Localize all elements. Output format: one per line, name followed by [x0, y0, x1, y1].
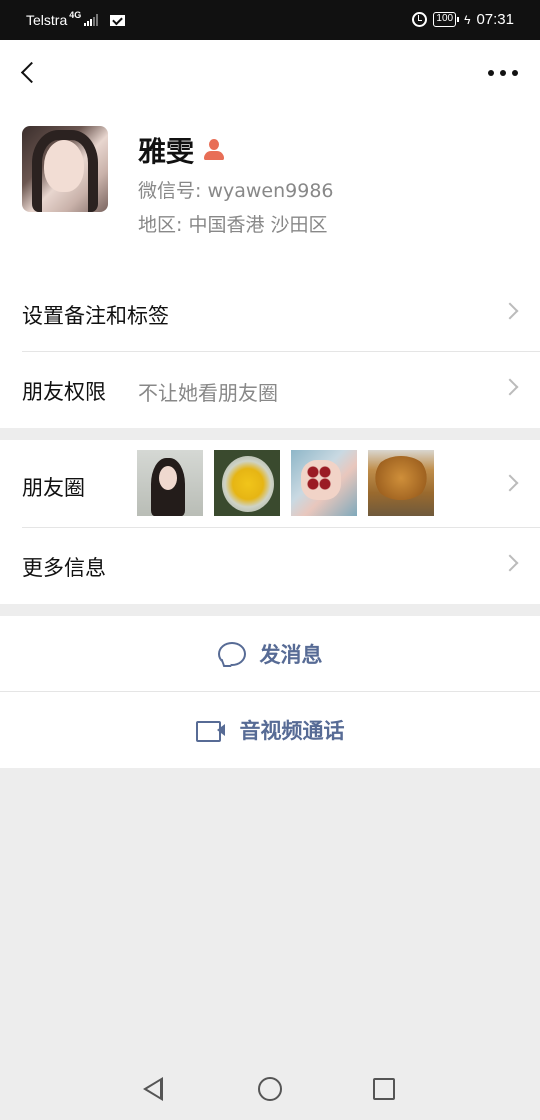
chevron-right-icon	[501, 302, 519, 320]
top-navigation-bar	[0, 40, 540, 106]
more-info-label: 更多信息	[22, 556, 106, 580]
more-horizontal-icon	[488, 70, 494, 76]
status-right: 100 ϟ 07:31	[412, 11, 514, 28]
clock: 07:31	[476, 11, 514, 28]
carrier-label: Telstra	[26, 12, 68, 28]
friend-permission-label: 朋友权限	[22, 380, 106, 404]
voice-video-call-button[interactable]: 音视频通话	[0, 692, 540, 768]
avatar[interactable]	[22, 126, 108, 212]
more-info-row[interactable]: 更多信息	[0, 528, 540, 604]
voice-video-call-label: 音视频通话	[239, 719, 345, 743]
remark-and-tags-label: 设置备注和标签	[22, 304, 169, 328]
chat-bubble-icon	[217, 642, 246, 666]
wechat-id: 微信号: wyawen9986	[138, 180, 334, 202]
system-back-button[interactable]	[143, 1077, 163, 1101]
remark-and-tags-row[interactable]: 设置备注和标签	[0, 276, 540, 352]
moments-thumbnail[interactable]	[137, 450, 203, 516]
system-recents-button[interactable]	[373, 1078, 395, 1100]
chevron-right-icon	[501, 378, 519, 396]
alarm-icon	[412, 12, 428, 27]
friend-permission-value: 不让她看朋友圈	[138, 381, 278, 405]
more-options-button[interactable]	[488, 64, 518, 82]
chevron-right-icon	[501, 554, 519, 572]
send-message-label: 发消息	[259, 643, 323, 667]
moments-thumbnail[interactable]	[214, 450, 280, 516]
send-message-button[interactable]: 发消息	[0, 616, 540, 692]
moments-row[interactable]: 朋友圈	[0, 440, 540, 528]
status-bar: Telstra 4G 100 ϟ 07:31	[0, 0, 540, 40]
chevron-right-icon	[501, 474, 519, 492]
friend-permission-row[interactable]: 朋友权限 不让她看朋友圈	[0, 352, 540, 428]
moments-thumbnails	[137, 450, 434, 516]
region: 地区: 中国香港 沙田区	[138, 214, 328, 236]
section-gap	[0, 428, 540, 440]
mail-notification-icon	[110, 14, 126, 26]
female-person-icon	[204, 139, 225, 161]
moments-thumbnail[interactable]	[368, 450, 434, 516]
battery-indicator: 100	[433, 12, 459, 27]
name-row: 雅雯	[138, 130, 225, 170]
video-camera-icon	[195, 720, 226, 742]
moments-thumbnail[interactable]	[291, 450, 357, 516]
moments-label: 朋友圈	[22, 476, 85, 500]
signal-icon	[84, 14, 99, 26]
system-navigation-bar	[0, 1058, 540, 1120]
status-left: Telstra 4G	[26, 10, 126, 28]
contact-profile-page: 雅雯 微信号: wyawen9986 地区: 中国香港 沙田区 设置备注和标签 …	[0, 40, 540, 768]
contact-name: 雅雯	[138, 135, 195, 168]
system-home-button[interactable]	[258, 1077, 282, 1101]
back-button[interactable]	[14, 58, 44, 88]
section-gap	[0, 604, 540, 616]
charging-icon: ϟ	[464, 12, 471, 27]
network-type: 4G	[69, 10, 82, 20]
